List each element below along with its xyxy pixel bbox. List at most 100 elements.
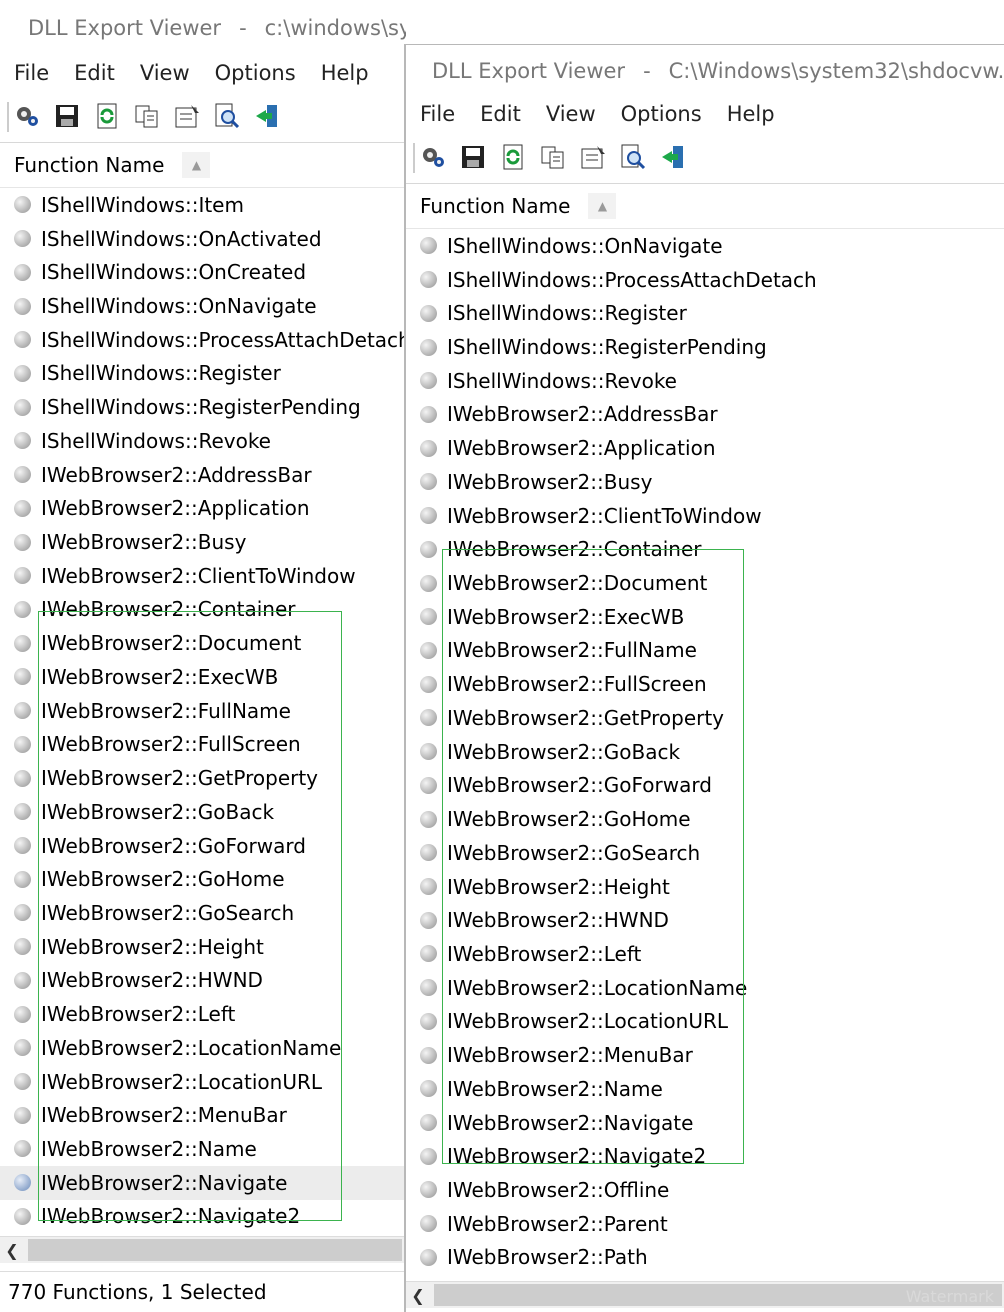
window-ieframe: DLL Export Viewer - c:\windows\system32\…	[0, 0, 406, 1311]
table-row[interactable]: IShellWindows::OnNavigate	[406, 229, 1004, 263]
menu-edit[interactable]: Edit	[480, 102, 521, 126]
table-row[interactable]: IWebBrowser2::MenuBar	[0, 1098, 406, 1132]
table-row[interactable]: IWebBrowser2::ClientToWindow	[406, 499, 1004, 533]
table-row[interactable]: IShellWindows::RegisterPending	[406, 330, 1004, 364]
table-row[interactable]: IWebBrowser2::LocationURL	[406, 1005, 1004, 1039]
horizontal-scrollbar[interactable]: ❮	[0, 1236, 406, 1263]
table-row[interactable]: IWebBrowser2::FullScreen	[406, 667, 1004, 701]
table-row[interactable]: IWebBrowser2::Busy	[0, 525, 406, 559]
table-row[interactable]: IWebBrowser2::GoBack	[406, 735, 1004, 769]
copy-icon[interactable]	[132, 101, 162, 131]
scroll-left-icon[interactable]: ❮	[0, 1241, 24, 1260]
exit-icon[interactable]	[658, 142, 688, 172]
properties-icon[interactable]	[578, 142, 608, 172]
menu-edit[interactable]: Edit	[74, 61, 115, 85]
function-name: IWebBrowser2::AddressBar	[41, 462, 312, 487]
function-name: IShellWindows::RegisterPending	[447, 335, 767, 360]
table-row[interactable]: IWebBrowser2::ExecWB	[406, 600, 1004, 634]
table-row[interactable]: IWebBrowser2::Name	[406, 1072, 1004, 1106]
table-row[interactable]: IWebBrowser2::ExecWB	[0, 660, 406, 694]
menu-help[interactable]: Help	[727, 102, 775, 126]
table-row[interactable]: IWebBrowser2::MenuBar	[406, 1038, 1004, 1072]
table-row[interactable]: IWebBrowser2::GoHome	[0, 862, 406, 896]
menu-view[interactable]: View	[140, 61, 190, 85]
table-row[interactable]: IWebBrowser2::FullScreen	[0, 728, 406, 762]
table-row[interactable]: IShellWindows::RegisterPending	[0, 390, 406, 424]
table-row[interactable]: IWebBrowser2::GoForward	[406, 769, 1004, 803]
table-row[interactable]: IWebBrowser2::GoSearch	[0, 896, 406, 930]
table-row[interactable]: IShellWindows::ProcessAttachDetach	[0, 323, 406, 357]
table-row[interactable]: IWebBrowser2::LocationName	[0, 1031, 406, 1065]
table-row[interactable]: IShellWindows::OnCreated	[0, 255, 406, 289]
scroll-thumb[interactable]	[28, 1239, 402, 1261]
table-row[interactable]: IWebBrowser2::FullName	[0, 694, 406, 728]
table-row[interactable]: IWebBrowser2::Left	[406, 937, 1004, 971]
table-row[interactable]: IWebBrowser2::GetProperty	[0, 761, 406, 795]
table-row[interactable]: IWebBrowser2::Left	[0, 997, 406, 1031]
function-bullet-icon	[420, 776, 437, 794]
table-row[interactable]: IWebBrowser2::Application	[406, 431, 1004, 465]
table-row[interactable]: IWebBrowser2::Application	[0, 491, 406, 525]
table-row[interactable]: IWebBrowser2::Path	[406, 1241, 1004, 1275]
table-row[interactable]: IWebBrowser2::Parent	[406, 1207, 1004, 1241]
table-row[interactable]: IShellWindows::OnNavigate	[0, 289, 406, 323]
table-row[interactable]: IWebBrowser2::Height	[406, 870, 1004, 904]
menu-view[interactable]: View	[546, 102, 596, 126]
table-row[interactable]: IWebBrowser2::Container	[0, 593, 406, 627]
properties-icon[interactable]	[172, 101, 202, 131]
table-row[interactable]: IWebBrowser2::AddressBar	[0, 458, 406, 492]
table-row[interactable]: IShellWindows::Revoke	[406, 364, 1004, 398]
table-row[interactable]: IWebBrowser2::ClientToWindow	[0, 559, 406, 593]
table-row[interactable]: IWebBrowser2::AddressBar	[406, 398, 1004, 432]
menu-file[interactable]: File	[14, 61, 49, 85]
table-row[interactable]: IShellWindows::Revoke	[0, 424, 406, 458]
table-row[interactable]: IShellWindows::Register	[406, 296, 1004, 330]
table-row[interactable]: IWebBrowser2::HWND	[406, 903, 1004, 937]
menu-file[interactable]: File	[420, 102, 455, 126]
find-icon[interactable]	[618, 142, 648, 172]
export-functions-icon[interactable]	[418, 142, 448, 172]
column-header-function-name[interactable]: Function Name ▲	[406, 184, 1004, 229]
menu-options[interactable]: Options	[215, 61, 296, 85]
table-row[interactable]: IWebBrowser2::Height	[0, 930, 406, 964]
find-icon[interactable]	[212, 101, 242, 131]
copy-icon[interactable]	[538, 142, 568, 172]
table-row[interactable]: IWebBrowser2::GoSearch	[406, 836, 1004, 870]
table-row[interactable]: IWebBrowser2::Offline	[406, 1173, 1004, 1207]
table-row[interactable]: IShellWindows::Item	[0, 188, 406, 222]
column-label: Function Name	[14, 153, 165, 177]
export-functions-icon[interactable]	[12, 101, 42, 131]
menu-options[interactable]: Options	[621, 102, 702, 126]
function-bullet-icon	[14, 1207, 31, 1225]
refresh-icon[interactable]	[92, 101, 122, 131]
column-header-function-name[interactable]: Function Name ▲	[0, 143, 406, 188]
table-row[interactable]: IShellWindows::Register	[0, 357, 406, 391]
save-icon[interactable]	[458, 142, 488, 172]
table-row[interactable]: IWebBrowser2::GetProperty	[406, 701, 1004, 735]
table-row[interactable]: IWebBrowser2::Busy	[406, 465, 1004, 499]
scroll-left-icon[interactable]: ❮	[406, 1286, 430, 1305]
table-row[interactable]: IWebBrowser2::GoBack	[0, 795, 406, 829]
table-row[interactable]: IWebBrowser2::LocationURL	[0, 1065, 406, 1099]
table-row[interactable]: IWebBrowser2::GoHome	[406, 802, 1004, 836]
table-row[interactable]: IWebBrowser2::Navigate2	[406, 1139, 1004, 1173]
table-row[interactable]: IWebBrowser2::Navigate	[0, 1165, 406, 1200]
save-icon[interactable]	[52, 101, 82, 131]
table-row[interactable]: IWebBrowser2::Navigate	[406, 1106, 1004, 1140]
exit-icon[interactable]	[252, 101, 282, 131]
table-row[interactable]: IWebBrowser2::FullName	[406, 634, 1004, 668]
table-row[interactable]: IWebBrowser2::GoForward	[0, 829, 406, 863]
table-row[interactable]: IWebBrowser2::Navigate2	[0, 1200, 406, 1234]
table-row[interactable]: IWebBrowser2::LocationName	[406, 971, 1004, 1005]
table-row[interactable]: IWebBrowser2::Document	[406, 566, 1004, 600]
table-row[interactable]: IWebBrowser2::Container	[406, 532, 1004, 566]
function-name: IWebBrowser2::Height	[41, 934, 264, 959]
table-row[interactable]: IWebBrowser2::Document	[0, 626, 406, 660]
function-name: IWebBrowser2::FullScreen	[41, 732, 301, 757]
table-row[interactable]: IWebBrowser2::Name	[0, 1132, 406, 1166]
menu-help[interactable]: Help	[321, 61, 369, 85]
table-row[interactable]: IShellWindows::ProcessAttachDetach	[406, 263, 1004, 297]
table-row[interactable]: IShellWindows::OnActivated	[0, 222, 406, 256]
refresh-icon[interactable]	[498, 142, 528, 172]
table-row[interactable]: IWebBrowser2::HWND	[0, 964, 406, 998]
